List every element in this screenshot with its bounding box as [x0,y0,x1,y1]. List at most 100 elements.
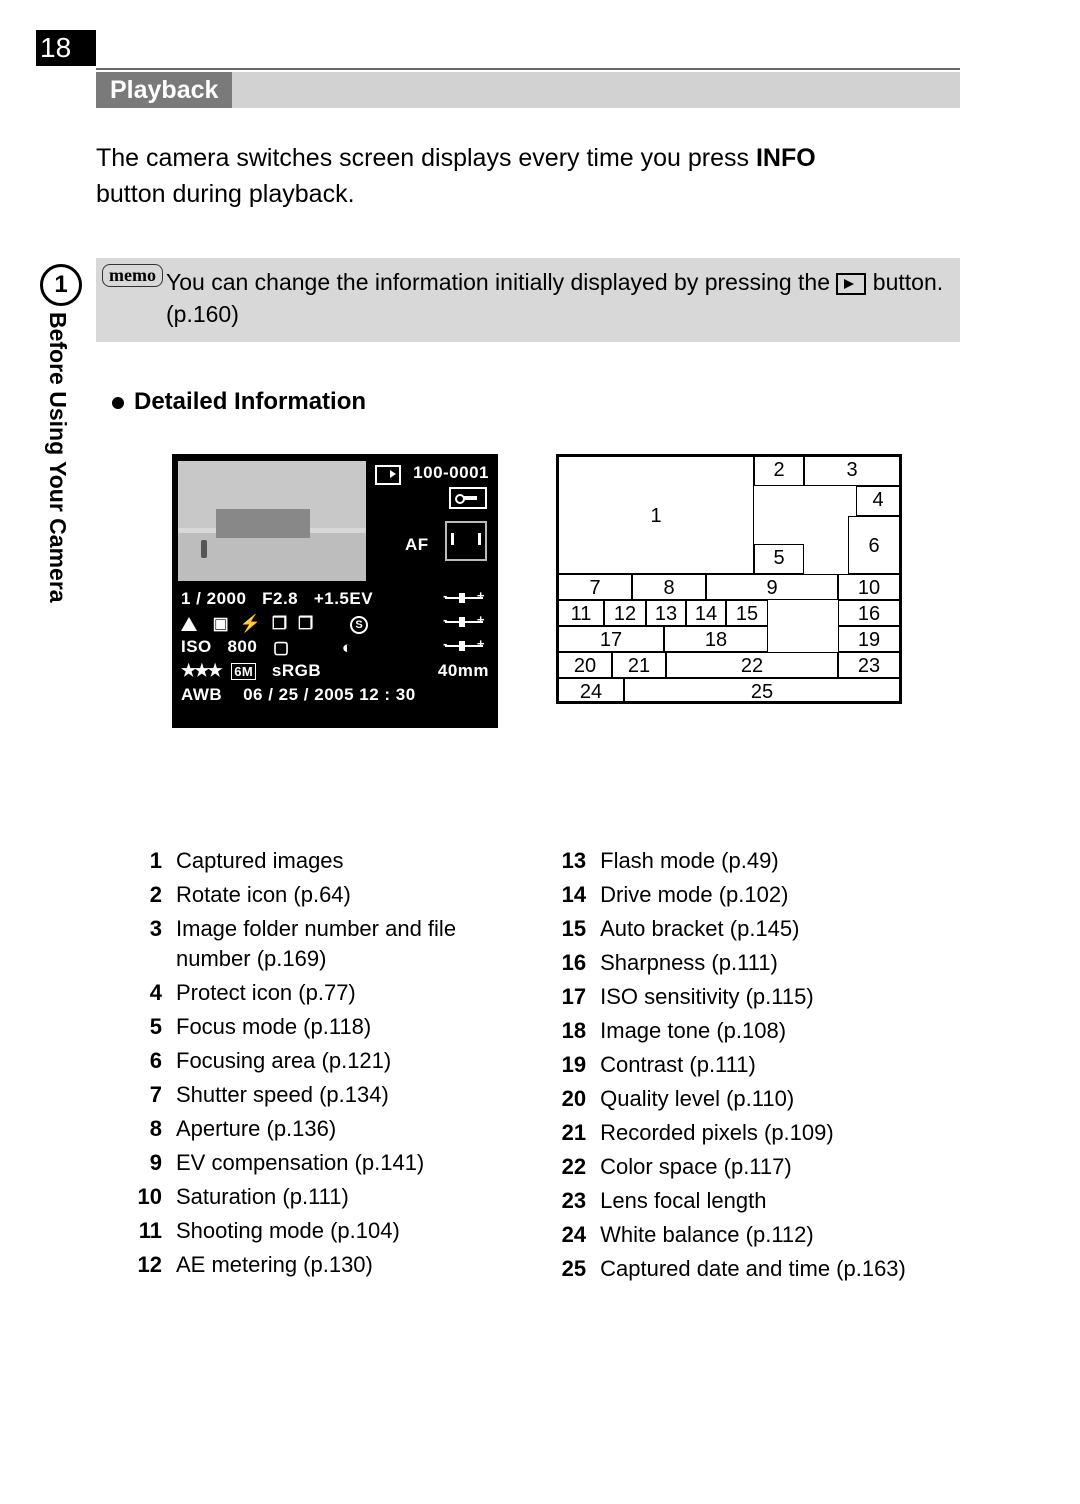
legend-number: 20 [544,1084,586,1114]
legend-text: Aperture (p.136) [176,1114,528,1144]
protect-icon [449,487,487,509]
legend-item: 6 Focusing area (p.121) [120,1046,528,1076]
diag-cell-22: 22 [666,652,838,678]
lcd-row-2: ▣ ⚡ ❐ ❐ S -+ [181,613,489,634]
legend-number: 14 [544,880,586,910]
legend-number: 25 [544,1254,586,1284]
section-title: Playback [96,72,232,108]
legend-text: EV compensation (p.141) [176,1148,528,1178]
legend-text: Flash mode (p.49) [600,846,964,876]
legend-text: Focus mode (p.118) [176,1012,528,1042]
legend-number: 12 [120,1250,162,1280]
recorded-pixels: 6M [231,663,256,680]
ev-compensation: +1.5EV [314,589,373,608]
legend-number: 24 [544,1220,586,1250]
playback-icon [836,273,866,295]
diag-cell-7: 7 [558,574,632,600]
white-balance: AWB [181,685,222,704]
legend-item: 20Quality level (p.110) [544,1084,964,1114]
legend-number: 15 [544,914,586,944]
legend-text: ISO sensitivity (p.115) [600,982,964,1012]
page-number: 18 [36,30,96,66]
ae-metering-icon: ▣ [213,614,230,634]
legend-number: 11 [120,1216,162,1246]
legend-number: 13 [544,846,586,876]
legend-number: 10 [120,1182,162,1212]
diag-cell-24: 24 [558,678,624,702]
aperture: F2.8 [262,589,298,608]
legend-text: Lens focal length [600,1186,964,1216]
diag-cell-3: 3 [804,456,900,486]
lcd-row-3: ISO 800 ▢ ◐ -+ [181,637,489,658]
diag-cell-25: 25 [624,678,900,702]
legend-text: Saturation (p.111) [176,1182,528,1212]
iso-label: ISO [181,637,212,656]
memo-text: You can change the information initially… [166,266,944,330]
legend-number: 21 [544,1118,586,1148]
legend-item: 21Recorded pixels (p.109) [544,1118,964,1148]
legend-number: 4 [120,978,162,1008]
diag-cell-13: 13 [646,600,686,626]
quality-level: ★★★ [181,661,221,680]
legend-item: 13 Flash mode (p.49) [544,846,964,876]
intro-text-2: button during playback. [96,180,355,208]
legend-item: 16 Sharpness (p.111) [544,948,964,978]
legend-number: 2 [120,880,162,910]
legend-item: 14Drive mode (p.102) [544,880,964,910]
legend-number: 23 [544,1186,586,1216]
legend-text: Sharpness (p.111) [600,948,964,978]
legend-item: 17 ISO sensitivity (p.115) [544,982,964,1012]
memo-box: memo You can change the information init… [96,258,960,342]
lcd-row-1: 1 / 2000 F2.8 +1.5EV -+ [181,589,489,609]
diag-cell-20: 20 [558,652,612,678]
info-button-label: INFO [756,144,816,172]
top-rule [96,68,960,70]
flash-mode-icon: ⚡ [240,614,262,634]
legend-item: 5 Focus mode (p.118) [120,1012,528,1042]
diag-cell-16: 16 [838,600,900,626]
legend-number: 6 [120,1046,162,1076]
memo-text-1: You can change the information initially… [166,269,836,295]
diag-cell-18: 18 [664,626,768,652]
lcd-row-4: ★★★ 6M sRGB 40mm [181,661,489,681]
captured-datetime: 06 / 25 / 2005 12 : 30 [243,685,416,704]
legend-number: 19 [544,1050,586,1080]
legend-text: Shooting mode (p.104) [176,1216,528,1246]
legend-number: 16 [544,948,586,978]
diag-cell-2: 2 [754,456,804,486]
legend-text: Focusing area (p.121) [176,1046,528,1076]
legend-item: 10 Saturation (p.111) [120,1182,528,1212]
legend-text: Image tone (p.108) [600,1016,964,1046]
focusing-area-icon [445,521,487,561]
lcd-screenshot: 100-0001 AF 1 / 2000 F2.8 +1.5EV -+ ▣ ⚡ … [172,454,498,728]
legend-item: 8Aperture (p.136) [120,1114,528,1144]
intro-paragraph: The camera switches screen displays ever… [96,140,850,212]
legend-number: 17 [544,982,586,1012]
diag-cell-23: 23 [838,652,900,678]
diag-cell-10: 10 [838,574,900,600]
shutter-speed: 1 / 2000 [181,589,246,608]
diag-cell-21: 21 [612,652,666,678]
legend-text: Protect icon (p.77) [176,978,528,1008]
circled-s-icon: S [350,616,368,634]
contrast-circle-icon: ◐ [342,638,353,658]
diag-cell-14: 14 [686,600,726,626]
legend-left-column: 1Captured images2Rotate icon (p.64)3Imag… [120,842,528,1284]
diag-cell-11: 11 [558,600,604,626]
diag-cell-1: 1 [558,456,754,574]
chapter-badge: 1 [40,264,82,306]
image-tone-icon: ▢ [273,638,290,658]
memo-icon: memo [102,264,163,287]
legend-item: 1Captured images [120,846,528,876]
drive-mode-icon: ❐ [272,614,288,634]
legend-number: 1 [120,846,162,876]
legend-text: Image folder number and file number (p.1… [176,914,528,974]
callout-diagram: 1 2 3 4 5 6 7 8 9 10 11 12 13 14 15 16 1… [556,454,902,704]
subheading: Detailed Information [112,388,366,416]
legend-item: 11 Shooting mode (p.104) [120,1216,528,1246]
legend-number: 5 [120,1012,162,1042]
subheading-text: Detailed Information [134,388,366,415]
diag-cell-17: 17 [558,626,664,652]
lens-focal-length: 40mm [438,661,489,681]
legend-text: Auto bracket (p.145) [600,914,964,944]
